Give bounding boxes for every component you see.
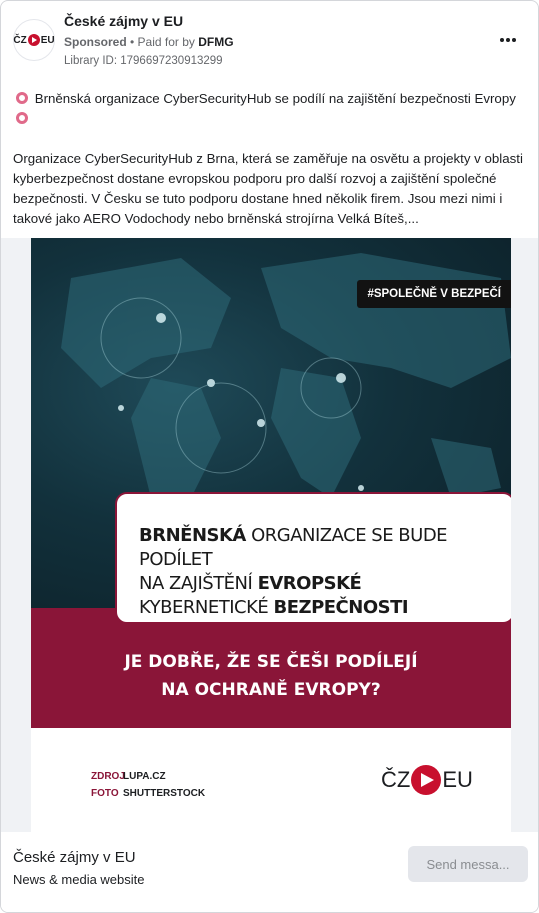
logo-text-left: ČZ <box>381 767 411 792</box>
footer-category: News & media website <box>13 872 145 887</box>
headline-bold: BEZPEČNOSTI <box>273 597 409 618</box>
headline-box: BRNĚNSKÁ ORGANIZACE SE BUDE PODÍLET NA Z… <box>115 492 511 624</box>
headline-bold: EVROPSKÉ <box>257 573 362 594</box>
library-id: Library ID: 1796697230913299 <box>64 55 223 67</box>
slogan: JE DOBŘE, ŽE SE ČEŠI PODÍLEJÍ NA OCHRANĚ… <box>31 648 511 704</box>
headline-text: KYBERNETICKÉ <box>139 597 274 618</box>
headline-bold: BRNĚNSKÁ <box>139 525 246 546</box>
media-container[interactable]: #SPOLEČNĚ V BEZPEČÍ BRNĚNSKÁ ORGANIZACE … <box>1 238 538 832</box>
credit-key: FOTO <box>91 788 119 799</box>
post-header: ČZ EU České zájmy v EU Sponsored • Paid … <box>13 13 526 73</box>
ad-card: ČZ EU České zájmy v EU Sponsored • Paid … <box>0 0 539 913</box>
post-title-text: Brněnská organizace CyberSecurityHub se … <box>34 91 516 106</box>
credit-value: SHUTTERSTOCK <box>123 788 206 799</box>
ad-creative-image[interactable]: #SPOLEČNĚ V BEZPEČÍ BRNĚNSKÁ ORGANIZACE … <box>31 238 511 832</box>
paid-for-by: DFMG <box>198 35 234 49</box>
image-credits: ZDROJLUPA.CZ FOTO SHUTTERSTOCK <box>91 768 205 802</box>
credit-key: ZDROJ <box>91 771 125 782</box>
sponsored-label: Sponsored <box>64 35 127 49</box>
paid-for-prefix: • Paid for by <box>130 35 195 49</box>
headline-line-2: NA ZAJIŠTĚNÍ EVROPSKÉ <box>139 572 491 596</box>
play-icon <box>27 34 40 46</box>
play-icon <box>411 765 442 795</box>
brand-logo-small: ČZ EU <box>13 34 55 46</box>
send-message-button[interactable]: Send messa... <box>408 846 528 882</box>
footer-page-name[interactable]: České zájmy v EU <box>13 849 136 866</box>
hashtag-badge: #SPOLEČNĚ V BEZPEČÍ <box>357 280 511 308</box>
slogan-line-2: NA OCHRANĚ EVROPY? <box>161 680 381 700</box>
post-paragraph-2: Organizace CyberSecurityHub z Brna, kter… <box>13 151 523 226</box>
headline-line-3: KYBERNETICKÉ BEZPEČNOSTI <box>139 596 491 620</box>
logo-text-right: EU <box>40 34 55 46</box>
logo-text-right: EU <box>442 767 473 792</box>
lifebuoy-icon <box>16 112 28 124</box>
credit-photo: FOTO SHUTTERSTOCK <box>91 785 205 802</box>
more-options-button[interactable] <box>498 31 516 42</box>
dot <box>506 38 510 42</box>
avatar[interactable]: ČZ EU <box>13 19 55 61</box>
slogan-line-1: JE DOBŘE, ŽE SE ČEŠI PODÍLEJÍ <box>124 652 418 672</box>
credit-value: LUPA.CZ <box>123 771 166 782</box>
logo-text-left: ČZ <box>13 34 27 46</box>
credit-source: ZDROJLUPA.CZ <box>91 768 205 785</box>
headline-text: NA ZAJIŠTĚNÍ <box>139 573 258 594</box>
headline-line-1: BRNĚNSKÁ ORGANIZACE SE BUDE PODÍLET <box>139 524 491 572</box>
page-name[interactable]: České zájmy v EU <box>64 13 183 29</box>
brand-logo: ČZ EU <box>381 765 473 795</box>
post-paragraph-1: Brněnská organizace CyberSecurityHub se … <box>13 89 524 129</box>
ad-footer: České zájmy v EU News & media website Se… <box>1 832 538 912</box>
dot <box>512 38 516 42</box>
lifebuoy-icon <box>16 92 28 104</box>
post-text: Brněnská organizace CyberSecurityHub se … <box>13 89 524 249</box>
more-horizontal-icon <box>500 38 504 42</box>
sponsored-line: Sponsored • Paid for by DFMG <box>64 35 234 49</box>
